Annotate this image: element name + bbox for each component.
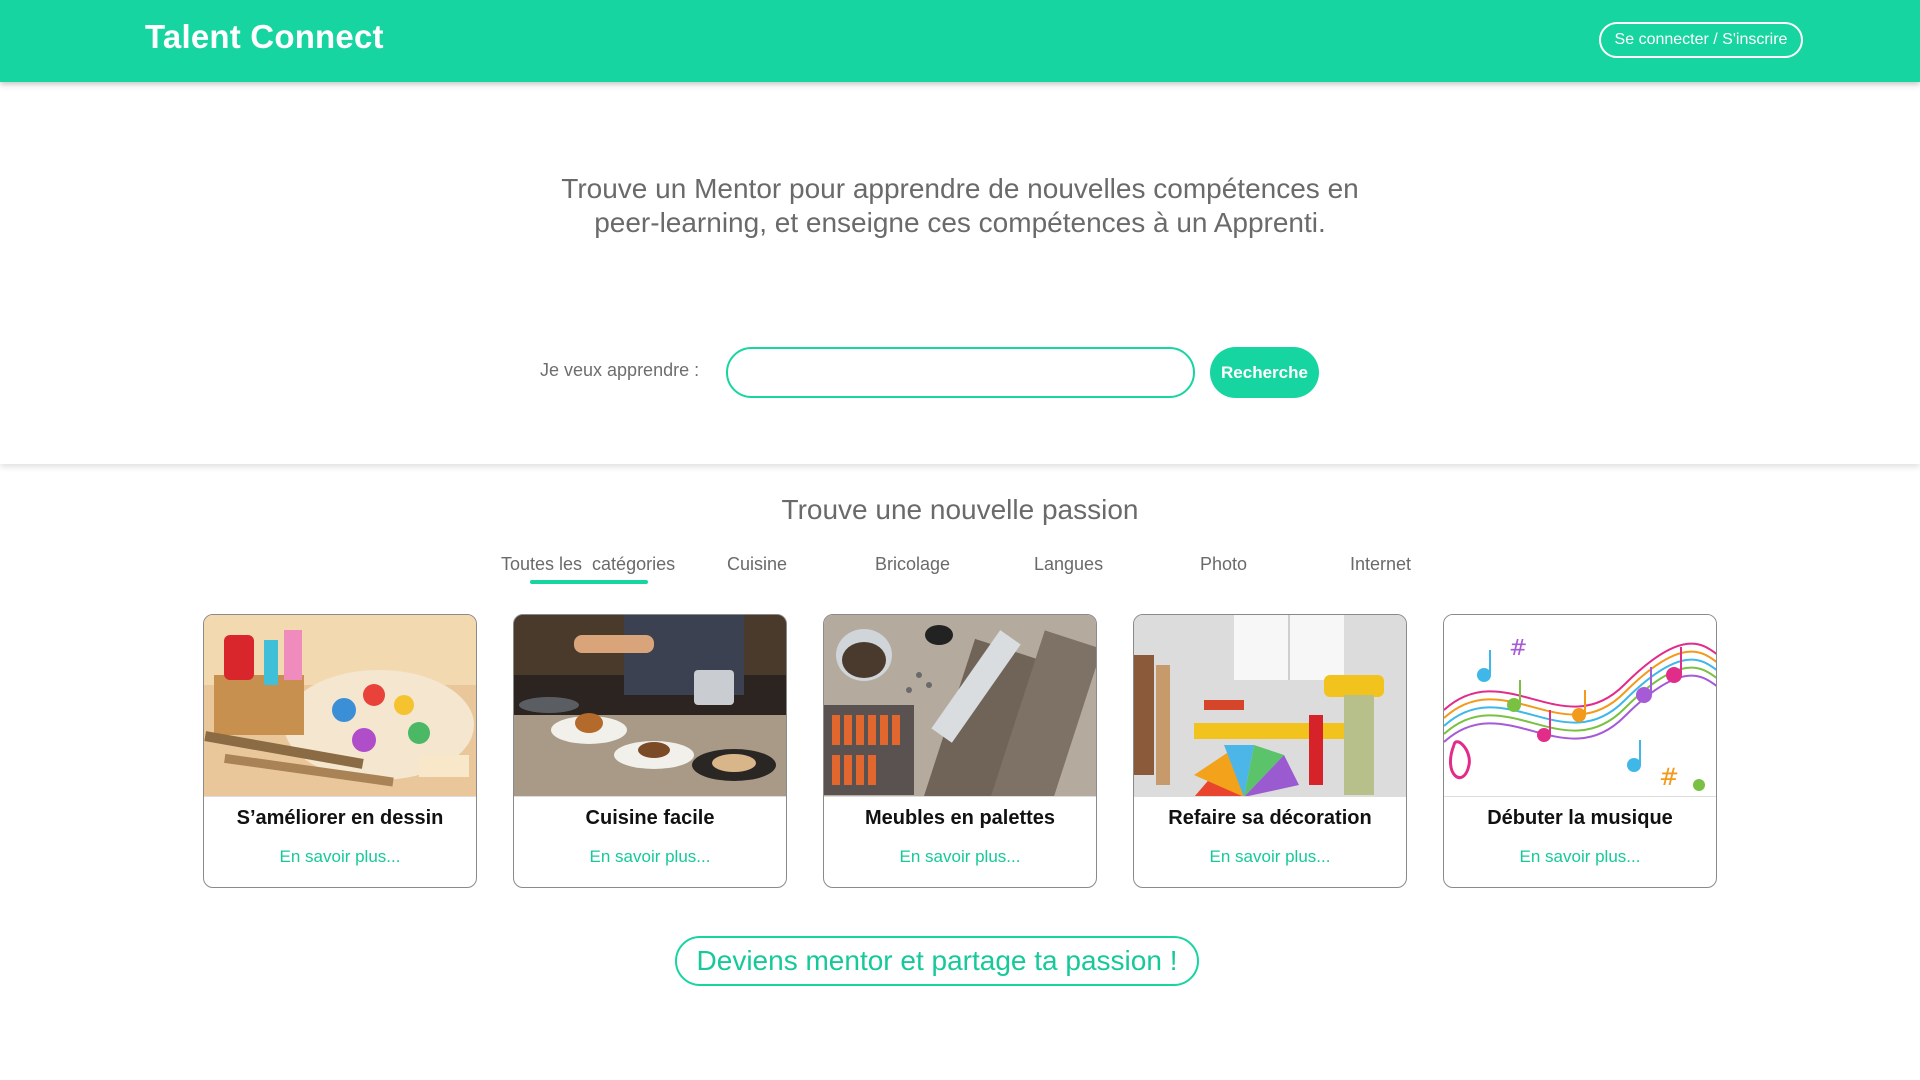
tab-internet[interactable]: Internet	[1350, 554, 1411, 575]
tab-cuisine[interactable]: Cuisine	[727, 554, 787, 575]
tagline-line-2: peer-learning, et enseigne ces compétenc…	[594, 207, 1326, 238]
card-title: Cuisine facile	[585, 807, 715, 829]
brand-logo[interactable]: Talent Connect	[145, 18, 384, 56]
learn-more-link[interactable]: En savoir plus...	[1444, 847, 1716, 867]
search-button[interactable]: Recherche	[1210, 347, 1319, 398]
course-card-decoration[interactable]: Refaire sa décoration En savoir plus...	[1133, 614, 1407, 888]
search-label: Je veux apprendre :	[540, 360, 700, 380]
chef-cooking-image	[514, 615, 786, 797]
card-title: S’améliorer en dessin	[236, 807, 444, 829]
learn-more-link[interactable]: En savoir plus...	[824, 847, 1096, 867]
tab-all-categories[interactable]: Toutes les catégories	[501, 554, 675, 575]
course-card-pallets[interactable]: Meubles en palettes En savoir plus...	[823, 614, 1097, 888]
card-title: Meubles en palettes	[864, 807, 1056, 829]
learn-more-link[interactable]: En savoir plus...	[1134, 847, 1406, 867]
svg-text:#: #	[1509, 636, 1527, 661]
music-notes-image: # #	[1444, 615, 1716, 797]
card-title: Débuter la musique	[1487, 807, 1673, 829]
hero-section: Trouve un Mentor pour apprendre de nouve…	[0, 82, 1920, 464]
art-supplies-image	[204, 615, 476, 797]
learn-more-link[interactable]: En savoir plus...	[514, 847, 786, 867]
search-input[interactable]	[726, 347, 1195, 398]
become-mentor-button[interactable]: Deviens mentor et partage ta passion !	[675, 936, 1199, 986]
learn-more-link[interactable]: En savoir plus...	[204, 847, 476, 867]
login-signup-button[interactable]: Se connecter / S'inscrire	[1599, 22, 1803, 58]
tab-bricolage[interactable]: Bricolage	[875, 554, 950, 575]
category-tabs: Toutes les catégories Cuisine Bricolage …	[0, 554, 1920, 594]
hero-tagline: Trouve un Mentor pour apprendre de nouve…	[460, 172, 1460, 240]
card-title: Refaire sa décoration	[1168, 807, 1372, 829]
svg-text:#: #	[1659, 763, 1679, 791]
tab-photo[interactable]: Photo	[1200, 554, 1247, 575]
tagline-line-1: Trouve un Mentor pour apprendre de nouve…	[561, 173, 1359, 204]
course-card-music[interactable]: # # Débuter la musique En savoir plus...	[1443, 614, 1717, 888]
diy-tools-image	[824, 615, 1096, 797]
course-card-cooking[interactable]: Cuisine facile En savoir plus...	[513, 614, 787, 888]
course-card-drawing[interactable]: S’améliorer en dessin En savoir plus...	[203, 614, 477, 888]
top-navbar: Talent Connect Se connecter / S'inscrire	[0, 0, 1920, 82]
tab-langues[interactable]: Langues	[1034, 554, 1103, 575]
decoration-tools-image	[1134, 615, 1406, 797]
active-tab-indicator	[530, 580, 648, 584]
section-title: Trouve une nouvelle passion	[781, 494, 1139, 525]
